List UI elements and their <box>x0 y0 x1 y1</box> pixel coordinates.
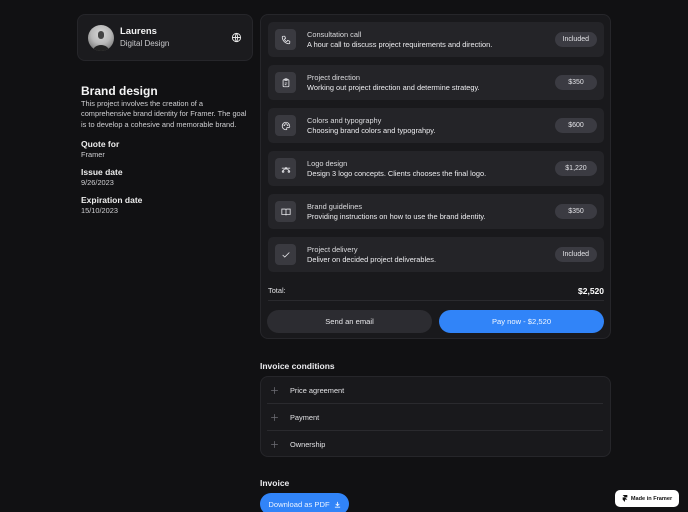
price-badge: Included <box>554 32 597 47</box>
project-description: This project involves the creation of a … <box>81 99 247 129</box>
accordion-item-payment[interactable]: Payment <box>267 404 603 431</box>
globe-icon[interactable] <box>231 32 242 43</box>
line-item: Colors and typography Choosing brand col… <box>268 108 604 143</box>
quote-for-value: Framer <box>81 150 105 160</box>
line-item: Logo design Design 3 logo concepts. Clie… <box>268 151 604 186</box>
expiration-date-label: Expiration date <box>81 195 143 206</box>
clipboard-icon <box>275 72 296 93</box>
item-title: Logo design <box>307 158 348 168</box>
project-info: Brand design This project involves the c… <box>81 84 253 216</box>
total-value: $2,520 <box>578 285 604 296</box>
issue-date-value: 9/26/2023 <box>81 178 114 188</box>
profile-card: Laurens Digital Design <box>77 14 253 61</box>
plus-icon <box>271 441 278 448</box>
price-badge: $1,220 <box>555 161 597 176</box>
badge-label: Made in Framer <box>630 495 673 502</box>
item-description: Design 3 logo concepts. Clients chooses … <box>307 168 487 178</box>
item-title: Project direction <box>307 72 360 82</box>
line-item: Project direction Working out project di… <box>268 65 604 100</box>
made-in-framer-badge[interactable]: Made in Framer <box>615 490 679 507</box>
download-pdf-button[interactable]: Download as PDF <box>260 493 349 512</box>
bezier-curve-icon <box>275 158 296 179</box>
item-description: Choosing brand colors and typograhpy. <box>307 125 436 135</box>
quote-items-panel: Consultation call A hour call to discuss… <box>260 14 611 339</box>
palette-icon <box>275 115 296 136</box>
item-description: A hour call to discuss project requireme… <box>307 39 493 49</box>
item-title: Brand guidelines <box>307 201 363 211</box>
item-description: Providing instructions on how to use the… <box>307 211 486 221</box>
accordion-label: Price agreement <box>290 385 345 395</box>
download-label: Download as PDF <box>268 499 330 509</box>
expiration-date-value: 15/10/2023 <box>81 206 118 216</box>
line-item: Project delivery Deliver on decided proj… <box>268 237 604 272</box>
framer-logo-icon <box>622 495 628 502</box>
price-badge: $350 <box>555 204 597 219</box>
plus-icon <box>271 413 278 421</box>
line-item: Consultation call A hour call to discuss… <box>268 22 604 57</box>
accordion-label: Payment <box>290 412 320 422</box>
invoice-conditions-title: Invoice conditions <box>260 361 335 371</box>
price-badge: $350 <box>555 75 597 90</box>
item-title: Project delivery <box>307 244 358 254</box>
pay-now-button[interactable]: Pay now - $2,520 <box>439 310 604 333</box>
avatar <box>88 24 114 51</box>
send-email-button[interactable]: Send an email <box>267 310 432 333</box>
item-title: Colors and typography <box>307 115 382 125</box>
item-description: Working out project direction and determ… <box>307 82 480 92</box>
accordion-label: Ownership <box>290 440 326 449</box>
check-icon <box>275 244 296 265</box>
book-open-icon <box>275 201 296 222</box>
total-label: Total: <box>268 286 286 295</box>
invoice-conditions-accordion: Price agreement Payment Ownership <box>260 376 611 457</box>
price-badge: $600 <box>555 118 597 133</box>
quote-for-label: Quote for <box>81 139 120 150</box>
price-badge: Included <box>554 247 597 262</box>
plus-icon <box>271 386 278 394</box>
accordion-item-ownership[interactable]: Ownership <box>267 431 603 458</box>
item-description: Deliver on decided project deliverables. <box>307 254 436 264</box>
invoice-title: Invoice <box>260 478 290 488</box>
profile-name: Laurens <box>120 25 157 37</box>
download-icon <box>334 501 340 508</box>
total-row: Total: $2,520 <box>268 281 604 301</box>
item-title: Consultation call <box>307 29 362 39</box>
phone-icon <box>275 29 296 50</box>
profile-text: Laurens Digital Design <box>120 26 231 50</box>
line-item: Brand guidelines Providing instructions … <box>268 194 604 229</box>
accordion-item-price-agreement[interactable]: Price agreement <box>267 377 603 404</box>
issue-date-label: Issue date <box>81 167 123 178</box>
profile-role: Digital Design <box>120 38 170 48</box>
project-title: Brand design <box>81 84 158 98</box>
